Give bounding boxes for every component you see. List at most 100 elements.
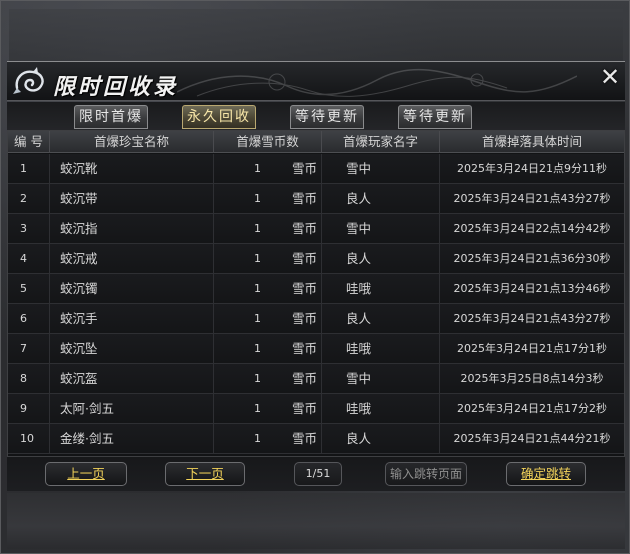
row-currency: 1 雪币: [214, 424, 322, 453]
row-player-name: 良人: [322, 424, 440, 453]
row-player-name: 雪中: [322, 154, 440, 183]
row-currency-unit: 雪币: [292, 341, 318, 356]
row-index: 2: [8, 184, 50, 213]
close-button[interactable]: ✕: [599, 65, 621, 89]
row-treasure-name: 金缕·剑五: [50, 424, 214, 453]
jump-page-input[interactable]: [385, 462, 467, 486]
header-drop-time: 首爆掉落具体时间: [481, 134, 582, 149]
row-player-name: 良人: [322, 184, 440, 213]
next-page-button[interactable]: 下一页: [165, 462, 245, 486]
table-row: 3 蛟沉指 1 雪币 雪中 2025年3月24日22点14分42秒: [8, 214, 624, 244]
row-player-name: 哇哦: [322, 334, 440, 363]
pagination-bar: 上一页 下一页 1/51 确定跳转: [7, 457, 625, 491]
row-currency-amount: 1: [254, 372, 261, 385]
row-currency-amount: 1: [254, 222, 261, 235]
row-currency: 1 雪币: [214, 304, 322, 333]
row-player-name: 哇哦: [322, 274, 440, 303]
row-currency-amount: 1: [254, 402, 261, 415]
row-currency: 1 雪币: [214, 394, 322, 423]
table-row: 9 太阿·剑五 1 雪币 哇哦 2025年3月24日21点17分2秒: [8, 394, 624, 424]
frame-bottom-decoration: [7, 493, 625, 549]
row-currency-unit: 雪币: [292, 431, 318, 446]
header-treasure-name: 首爆珍宝名称: [50, 131, 214, 153]
recycle-record-window: 限时回收录 ✕ 限时首爆 永久回收 等待更新 等待更新 编 号 首爆珍宝名称 首…: [0, 0, 630, 554]
row-currency-amount: 1: [254, 192, 261, 205]
page-indicator: 1/51: [294, 462, 342, 486]
row-currency-amount: 1: [254, 162, 261, 175]
frame-top-decoration: [9, 9, 623, 61]
title-bar: 限时回收录 ✕: [7, 61, 625, 101]
row-index: 8: [8, 364, 50, 393]
row-player-name: 雪中: [322, 364, 440, 393]
table-row: 8 蛟沉盔 1 雪币 雪中 2025年3月25日8点14分3秒: [8, 364, 624, 394]
row-drop-time: 2025年3月24日21点43分27秒: [453, 312, 611, 325]
table-row: 4 蛟沉戒 1 雪币 良人 2025年3月24日21点36分30秒: [8, 244, 624, 274]
row-player-name: 雪中: [322, 214, 440, 243]
row-index: 10: [8, 424, 50, 453]
window-title: 限时回收录: [53, 74, 179, 100]
row-drop-time: 2025年3月24日21点17分2秒: [457, 402, 607, 415]
tab-pending-update-1[interactable]: 等待更新: [290, 105, 364, 129]
row-currency: 1 雪币: [214, 334, 322, 363]
row-currency-unit: 雪币: [292, 401, 318, 416]
row-index: 5: [8, 274, 50, 303]
table-row: 7 蛟沉坠 1 雪币 哇哦 2025年3月24日21点17分1秒: [8, 334, 624, 364]
row-currency-unit: 雪币: [292, 371, 318, 386]
row-currency-amount: 1: [254, 252, 261, 265]
row-currency-unit: 雪币: [292, 251, 318, 266]
row-currency: 1 雪币: [214, 364, 322, 393]
row-drop-time: 2025年3月24日21点17分1秒: [457, 342, 607, 355]
row-drop-time: 2025年3月24日21点43分27秒: [453, 192, 611, 205]
row-treasure-name: 蛟沉指: [50, 214, 214, 243]
table-row: 10 金缕·剑五 1 雪币 良人 2025年3月24日21点44分21秒: [8, 424, 624, 454]
cloud-swirl-decoration: [177, 68, 577, 97]
row-currency-unit: 雪币: [292, 191, 318, 206]
row-index: 1: [8, 154, 50, 183]
row-treasure-name: 蛟沉带: [50, 184, 214, 213]
table-row: 5 蛟沉镯 1 雪币 哇哦 2025年3月24日21点13分46秒: [8, 274, 624, 304]
row-currency-amount: 1: [254, 342, 261, 355]
row-treasure-name: 太阿·剑五: [50, 394, 214, 423]
row-currency: 1 雪币: [214, 214, 322, 243]
row-player-name: 良人: [322, 304, 440, 333]
row-player-name: 良人: [322, 244, 440, 273]
row-currency-amount: 1: [254, 432, 261, 445]
tab-permanent-recycle[interactable]: 永久回收: [182, 105, 256, 129]
prev-page-button[interactable]: 上一页: [45, 462, 127, 486]
row-currency-unit: 雪币: [292, 161, 318, 176]
row-index: 4: [8, 244, 50, 273]
row-drop-time: 2025年3月24日21点9分11秒: [457, 162, 607, 175]
row-currency: 1 雪币: [214, 274, 322, 303]
row-index: 9: [8, 394, 50, 423]
tab-pending-update-2[interactable]: 等待更新: [398, 105, 472, 129]
row-currency-unit: 雪币: [292, 311, 318, 326]
row-currency-unit: 雪币: [292, 281, 318, 296]
row-treasure-name: 蛟沉靴: [50, 154, 214, 183]
record-table: 编 号 首爆珍宝名称 首爆雪币数 首爆玩家名字 首爆掉落具体时间 1 蛟沉靴 1 雪币…: [7, 130, 625, 457]
confirm-jump-button[interactable]: 确定跳转: [506, 462, 586, 486]
row-drop-time: 2025年3月24日21点36分30秒: [453, 252, 611, 265]
row-currency: 1 雪币: [214, 154, 322, 183]
row-currency-amount: 1: [254, 312, 261, 325]
row-currency-unit: 雪币: [292, 221, 318, 236]
row-currency-amount: 1: [254, 282, 261, 295]
header-index: 编 号: [8, 131, 50, 153]
row-index: 6: [8, 304, 50, 333]
dragon-logo-icon: [13, 67, 44, 94]
row-treasure-name: 蛟沉坠: [50, 334, 214, 363]
row-treasure-name: 蛟沉镯: [50, 274, 214, 303]
row-index: 7: [8, 334, 50, 363]
row-treasure-name: 蛟沉戒: [50, 244, 214, 273]
table-row: 6 蛟沉手 1 雪币 良人 2025年3月24日21点43分27秒: [8, 304, 624, 334]
header-player-name: 首爆玩家名字: [322, 131, 440, 153]
tab-limited-first-drop[interactable]: 限时首爆: [74, 105, 148, 129]
row-player-name: 哇哦: [322, 394, 440, 423]
header-currency-amount: 首爆雪币数: [214, 131, 322, 153]
row-currency: 1 雪币: [214, 184, 322, 213]
row-index: 3: [8, 214, 50, 243]
tab-bar: 限时首爆 永久回收 等待更新 等待更新: [7, 102, 625, 130]
table-row: 2 蛟沉带 1 雪币 良人 2025年3月24日21点43分27秒: [8, 184, 624, 214]
table-header: 编 号 首爆珍宝名称 首爆雪币数 首爆玩家名字 首爆掉落具体时间: [8, 131, 624, 153]
row-drop-time: 2025年3月24日21点13分46秒: [453, 282, 611, 295]
row-drop-time: 2025年3月25日8点14分3秒: [460, 372, 604, 385]
